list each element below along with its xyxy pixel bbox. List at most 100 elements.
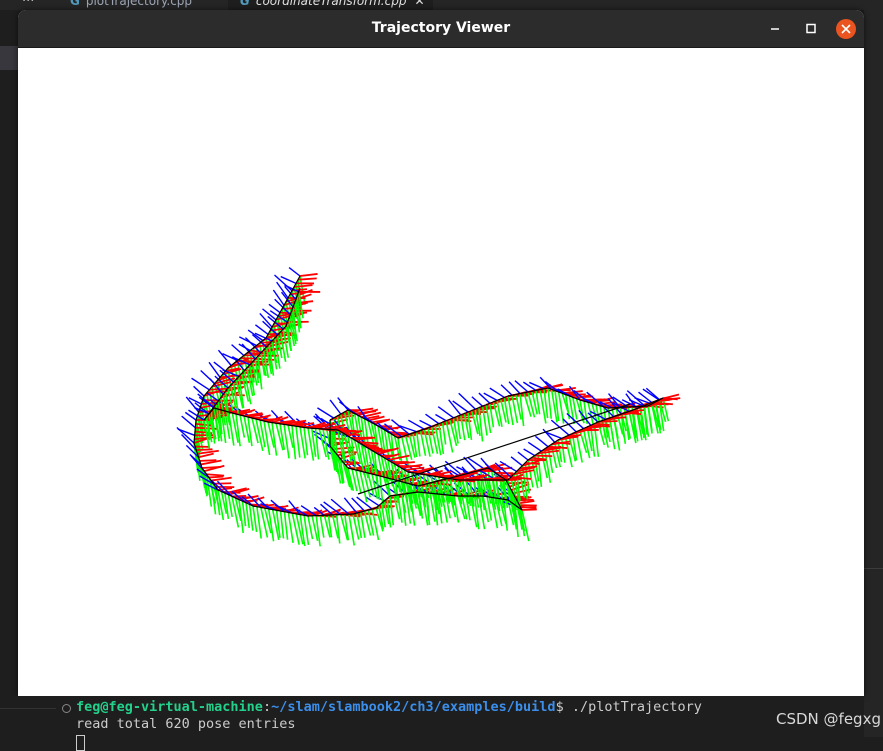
pose-y-axis bbox=[246, 503, 249, 528]
ide-tab-strip: ··· GplotTrajectory.cpp GcoordinateTrans… bbox=[0, 0, 883, 10]
pose-z-axis bbox=[218, 350, 231, 365]
pose-x-axis bbox=[495, 473, 513, 474]
pose-z-axis bbox=[357, 497, 372, 509]
pose-x-axis bbox=[371, 450, 389, 451]
pose-y-axis bbox=[281, 511, 284, 538]
pose-y-axis bbox=[648, 404, 652, 431]
pose-y-axis bbox=[256, 419, 263, 451]
pose-x-axis bbox=[535, 456, 553, 457]
pose-z-axis bbox=[344, 498, 356, 513]
pose-x-axis bbox=[351, 437, 372, 438]
terminal-user: feg@feg-virtual-machine bbox=[76, 699, 263, 715]
pose-y-axis bbox=[257, 507, 261, 539]
pose-x-axis bbox=[384, 501, 399, 502]
pose-z-axis bbox=[277, 282, 288, 298]
pose-y-axis bbox=[594, 424, 598, 457]
ide-tab-label: coordinateTransform.cpp bbox=[256, 0, 407, 8]
pose-y-axis bbox=[225, 493, 228, 519]
pose-x-axis bbox=[199, 454, 214, 458]
pose-x-axis bbox=[200, 460, 217, 461]
terminal-prompt-dot-icon bbox=[62, 704, 71, 713]
pangolin-viewport[interactable] bbox=[18, 48, 864, 696]
pose-y-axis bbox=[253, 506, 257, 532]
ide-gutter-highlight bbox=[0, 46, 18, 70]
pose-z-axis bbox=[435, 415, 446, 421]
pose-y-axis bbox=[250, 504, 253, 530]
pose-z-axis bbox=[289, 268, 300, 276]
pose-x-axis bbox=[209, 477, 223, 478]
pose-y-axis bbox=[365, 419, 368, 445]
trajectory-viewer-window[interactable]: Trajectory Viewer bbox=[18, 10, 864, 696]
pose-y-axis bbox=[548, 388, 551, 419]
pose-z-axis bbox=[453, 401, 468, 412]
pose-y-axis bbox=[417, 432, 420, 457]
terminal-cursor bbox=[76, 735, 85, 751]
terminal-command: ./plotTrajectory bbox=[572, 699, 702, 715]
pose-y-axis bbox=[284, 512, 287, 540]
trajectory-segment bbox=[598, 410, 633, 422]
pose-x-axis bbox=[252, 417, 268, 418]
pose-z-axis bbox=[330, 400, 341, 414]
ide-tab-coordinatetransform[interactable]: GcoordinateTransform.cpp ✕ bbox=[228, 0, 433, 10]
ide-tab-label: plotTrajectory.cpp bbox=[86, 0, 192, 8]
pose-z-axis bbox=[420, 420, 432, 426]
pose-x-axis bbox=[196, 449, 212, 450]
pose-x-axis bbox=[594, 424, 609, 425]
pose-y-axis bbox=[296, 426, 300, 457]
trajectory-plot[interactable] bbox=[18, 48, 864, 696]
csdn-watermark: CSDN @fegxg bbox=[776, 710, 881, 728]
pose-z-axis bbox=[255, 325, 268, 335]
close-icon bbox=[835, 18, 857, 40]
terminal-prompt: $ bbox=[556, 699, 572, 715]
ide-more-icon[interactable]: ··· bbox=[22, 0, 34, 9]
maximize-icon bbox=[800, 18, 822, 40]
pose-x-axis bbox=[381, 455, 396, 456]
terminal-command-line: feg@feg-virtual-machine:~/slam/slambook2… bbox=[76, 699, 702, 716]
pose-z-axis bbox=[490, 388, 505, 397]
pose-z-axis bbox=[518, 452, 528, 460]
minimize-button[interactable] bbox=[764, 18, 786, 40]
pose-x-axis bbox=[260, 419, 275, 420]
pose-y-axis bbox=[316, 516, 320, 547]
terminal-sep: : bbox=[263, 699, 271, 715]
terminal-output: read total 620 pose entries bbox=[76, 716, 295, 733]
pose-y-axis bbox=[360, 471, 367, 502]
pose-z-axis bbox=[479, 393, 490, 403]
terminal-panel[interactable]: feg@feg-virtual-machine:~/slam/slambook2… bbox=[56, 696, 864, 737]
close-icon[interactable]: ✕ bbox=[414, 0, 424, 8]
terminal-side bbox=[0, 696, 56, 737]
pose-z-axis bbox=[317, 408, 333, 418]
pose-z-axis bbox=[511, 457, 522, 466]
window-title: Trajectory Viewer bbox=[18, 20, 864, 36]
pose-z-axis bbox=[192, 378, 210, 390]
pose-z-axis bbox=[177, 428, 194, 443]
cpp-file-icon: G bbox=[240, 0, 250, 8]
pose-y-axis bbox=[461, 415, 465, 440]
pose-x-axis bbox=[300, 274, 318, 276]
terminal-side-divider bbox=[0, 708, 56, 709]
ide-right-panel bbox=[864, 0, 883, 737]
pose-x-axis bbox=[298, 278, 317, 279]
pose-y-axis bbox=[337, 515, 340, 544]
pose-x-axis bbox=[207, 474, 225, 475]
pose-y-axis bbox=[320, 515, 324, 537]
close-button[interactable] bbox=[835, 18, 857, 40]
pose-x-axis bbox=[239, 376, 255, 377]
pose-y-axis bbox=[443, 422, 446, 444]
minimize-icon bbox=[764, 18, 786, 40]
pose-x-axis bbox=[211, 478, 232, 481]
pose-y-axis bbox=[243, 501, 246, 526]
pose-z-axis bbox=[535, 436, 548, 446]
terminal-path: ~/slam/slambook2/ch3/examples/build bbox=[271, 699, 555, 715]
pose-y-axis bbox=[232, 496, 238, 527]
cpp-file-icon: G bbox=[70, 0, 80, 8]
pose-z-axis bbox=[472, 397, 483, 406]
pose-y-axis bbox=[520, 394, 524, 427]
maximize-button[interactable] bbox=[800, 18, 822, 40]
pose-z-axis bbox=[528, 442, 541, 451]
pose-z-axis bbox=[646, 388, 659, 399]
pose-y-axis bbox=[304, 515, 308, 545]
window-titlebar[interactable]: Trajectory Viewer bbox=[18, 10, 864, 48]
pose-z-axis bbox=[501, 385, 512, 395]
ide-tab-plottrajectory[interactable]: GplotTrajectory.cpp bbox=[70, 0, 192, 10]
